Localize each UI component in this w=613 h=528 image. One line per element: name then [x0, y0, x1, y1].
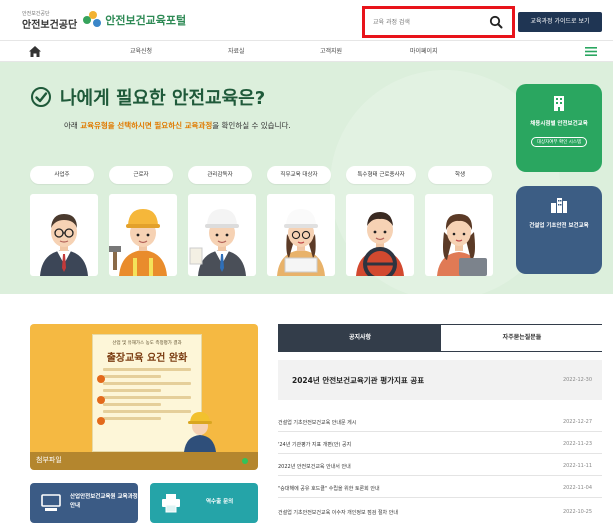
main-nav: 교육신청 자료실 고객지원 마이페이지 [0, 40, 613, 62]
poster-line [103, 375, 161, 378]
inquiry-link[interactable]: 역수출 문의 [150, 483, 258, 523]
search-input[interactable] [373, 15, 483, 29]
org-label: 안전보건공단 [22, 20, 78, 31]
employer-avatar[interactable] [30, 194, 98, 276]
search-icon[interactable] [489, 15, 503, 29]
special-worker-avatar[interactable] [346, 194, 414, 276]
city-buildings-icon [551, 198, 567, 213]
nav-item-apply[interactable]: 교육신청 [130, 46, 152, 55]
promo-banner[interactable]: 산업 및 유해가스 농도 측정평가 결과 출장교육 요건 완화 첨부파일 [30, 324, 258, 470]
poster-bullet [97, 417, 105, 425]
eligibility-check-button[interactable]: 대상자여부 확인 시스템 [530, 137, 588, 147]
nav-item-mypage[interactable]: 마이페이지 [410, 46, 438, 55]
worker-avatar[interactable] [109, 194, 177, 276]
notice-title: '24년 기관평가 지표 개편(안) 공지 [278, 442, 352, 448]
attachment-bar[interactable]: 첨부파일 [30, 452, 258, 470]
type-special-worker[interactable]: 특수형태 근로종사자 [346, 166, 416, 184]
type-job-training[interactable]: 직무교육 대상자 [267, 166, 331, 184]
search-box[interactable] [362, 6, 515, 38]
org-small-label: 안전보건공단 [22, 11, 50, 17]
notice-date: 2022-11-23 [562, 441, 592, 447]
hero-title-text: 나에게 필요한 안전교육은? [60, 88, 266, 109]
tab-notices[interactable]: 공지사항 [279, 325, 441, 351]
hero-section: 나에게 필요한 안전교육은? 아래 교육유형을 선택하시면 필요하신 교육과정을… [0, 62, 613, 300]
poster-line [103, 417, 161, 420]
training-institute-label: 산업안전보건교육원 교육과정안내 [70, 494, 138, 509]
poster-top-text: 산업 및 유해가스 농도 측정평가 결과 [112, 341, 182, 346]
training-institute-link[interactable]: 산업안전보건교육원 교육과정안내 [30, 483, 138, 523]
board-tabs: 공지사항 자주묻는질문들 [278, 324, 603, 352]
attachment-label: 첨부파일 [36, 456, 62, 464]
inquiry-label: 역수출 문의 [206, 499, 234, 505]
notice-date: 2022-10-25 [562, 509, 592, 515]
building-icon [554, 96, 564, 111]
featured-notice[interactable]: 2024년 안전보건교육기관 평가지표 공표 2022-12-30 [278, 360, 602, 400]
notice-date: 2022-11-04 [562, 485, 592, 491]
supervisor-avatar[interactable] [188, 194, 256, 276]
poster-title: 출장교육 요건 완화 [106, 353, 188, 364]
nav-item-library[interactable]: 자료실 [228, 46, 245, 55]
printer-icon [162, 494, 180, 513]
poster-line [103, 396, 191, 399]
top-bar: 안전보건공단 안전보건공단 안전보건교육포털 교육과정 가이드로 보기 [0, 0, 613, 40]
notice-row[interactable]: 건설업 기초안전보건교육 이수자 개인정보 점검 절차 안내 2022-10-2… [278, 502, 602, 522]
poster-line [103, 389, 161, 392]
poster-line [103, 368, 191, 371]
course-guide-button[interactable]: 교육과정 가이드로 보기 [518, 12, 602, 32]
featured-notice-title: 2024년 안전보건교육기관 평가지표 공표 [292, 376, 425, 385]
lower-section: 산업 및 유해가스 농도 측정평가 결과 출장교육 요건 완화 첨부파일 산업안… [0, 294, 613, 528]
site-logo[interactable]: 안전보건공단 안전보건공단 안전보건교육포털 [22, 9, 186, 31]
hero-title: 나에게 필요한 안전교육은? [30, 84, 265, 110]
nav-item-support[interactable]: 고객지원 [320, 46, 342, 55]
student-avatar[interactable] [425, 194, 493, 276]
type-worker[interactable]: 근로자 [109, 166, 173, 184]
notice-row[interactable]: "승대해에 공유 호드클" 수립을 위한 토론회 안내 2022-11-04 [278, 478, 602, 498]
notice-row[interactable]: '24년 기관평가 지표 개편(안) 공지 2022-11-23 [278, 434, 602, 454]
notice-row[interactable]: 2022년 안전보건교육 안내서 안내 2022-11-11 [278, 456, 602, 476]
hamburger-menu-icon[interactable] [584, 45, 598, 58]
hiring-stage-education-card[interactable]: 채용시점별 안전보건교육 대상자여부 확인 시스템 [516, 84, 602, 172]
home-icon[interactable] [28, 45, 42, 58]
notice-date: 2022-12-27 [562, 419, 592, 425]
worker-illustration-icon [184, 412, 216, 452]
check-circle-icon [31, 87, 51, 107]
poster-bullet [97, 375, 105, 383]
type-employer[interactable]: 사업주 [30, 166, 94, 184]
notice-title: 건설업 기초안전보건교육 이수자 개인정보 점검 절차 안내 [278, 510, 398, 516]
subtitle-highlight: 교육유형을 선택하시면 필요하신 교육과정 [80, 121, 213, 130]
notice-date: 2022-11-11 [562, 463, 592, 469]
construction-basic-label: 건설업 기초안전 보건교육 [529, 223, 589, 229]
org-name: 안전보건공단 안전보건공단 [22, 9, 77, 31]
hero-subtitle: 아래 교육유형을 선택하시면 필요하신 교육과정을 확인하실 수 있습니다. [64, 120, 291, 131]
construction-basic-education-card[interactable]: 건설업 기초안전 보건교육 [516, 186, 602, 274]
poster-line [103, 382, 191, 385]
type-student[interactable]: 학생 [428, 166, 492, 184]
classroom-icon [41, 494, 61, 511]
poster-line [103, 410, 191, 413]
tab-faq[interactable]: 자주묻는질문들 [441, 325, 603, 351]
subtitle-post: 을 확인하실 수 있습니다. [212, 121, 291, 130]
slide-indicator-dot[interactable] [242, 458, 248, 464]
featured-notice-date: 2022-12-30 [562, 377, 592, 383]
education-type-list: 사업주 근로자 관리감독자 직무교육 대상자 특수형태 근로종사자 학생 [30, 166, 507, 184]
persona-cards [30, 194, 504, 276]
poster-bullet [97, 396, 105, 404]
poster-line [103, 403, 161, 406]
hiring-stage-label: 채용시점별 안전보건교육 [530, 121, 588, 127]
notice-title: 2022년 안전보건교육 안내서 안내 [278, 464, 351, 470]
type-supervisor[interactable]: 관리감독자 [188, 166, 252, 184]
notice-row[interactable]: 건설업 기초안전보건교육 안내문 게시 2022-12-27 [278, 412, 602, 432]
subtitle-pre: 아래 [64, 121, 81, 130]
job-training-avatar[interactable] [267, 194, 335, 276]
portal-name: 안전보건교육포털 [105, 14, 187, 27]
portal-logo-icon [83, 11, 102, 29]
notice-title: 건설업 기초안전보건교육 안내문 게시 [278, 420, 357, 426]
notice-title: "승대해에 공유 호드클" 수립을 위한 토론회 안내 [278, 486, 380, 492]
